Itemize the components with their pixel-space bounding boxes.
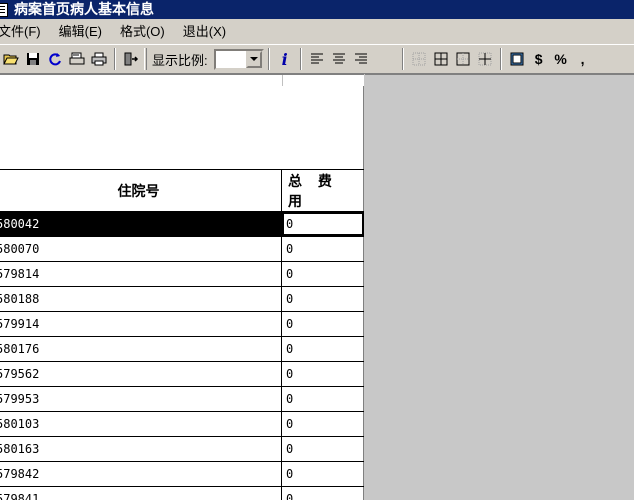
cell-admission-no[interactable]: 579914	[0, 312, 282, 336]
outer-border-icon[interactable]	[452, 48, 474, 70]
toolbar-separator	[114, 48, 116, 70]
table-row[interactable]: 580042 0	[0, 212, 364, 237]
cell-admission-no[interactable]: 580070	[0, 237, 282, 261]
table-row[interactable]: 580103 0	[0, 412, 364, 437]
table-row[interactable]: 580070 0	[0, 237, 364, 262]
cell-total-cost[interactable]: 0	[282, 212, 364, 236]
column-header-total-cost[interactable]: 总 费 用	[282, 170, 364, 211]
cell-total-cost[interactable]: 0	[282, 387, 364, 411]
menu-format[interactable]: 格式(O)	[111, 21, 174, 43]
cell-total-cost[interactable]: 0	[282, 412, 364, 436]
open-folder-icon[interactable]	[0, 48, 22, 70]
ruler-strip	[0, 74, 364, 87]
calculator-icon[interactable]	[506, 48, 528, 70]
window-title: 病案首页病人基本信息	[14, 1, 154, 17]
cell-total-cost[interactable]: 0	[282, 462, 364, 486]
table-row[interactable]: 580176 0	[0, 337, 364, 362]
toolbar-separator	[401, 48, 404, 70]
report-page: 住院号 总 费 用 580042 0 580070 0 579814 0 580188 0 57…	[0, 86, 364, 500]
zoom-select[interactable]	[213, 48, 264, 70]
table-row[interactable]: 580188 0	[0, 287, 364, 312]
menu-file[interactable]: 文件(F)	[0, 21, 50, 43]
empty-workspace	[365, 74, 634, 500]
toolbar-separator	[267, 48, 270, 70]
zoom-label: 显示比例:	[152, 52, 208, 68]
cell-total-cost[interactable]: 0	[282, 437, 364, 461]
menu-bar: 文件(F) 编辑(E) 格式(O) 退出(X)	[0, 19, 634, 44]
cell-admission-no[interactable]: 579841	[0, 487, 282, 500]
cell-total-cost[interactable]: 0	[282, 487, 364, 500]
report-window: 病案首页病人基本信息 文件(F) 编辑(E) 格式(O) 退出(X) 显示比例:	[0, 0, 634, 500]
cell-admission-no[interactable]: 580042	[0, 212, 282, 236]
print-preview-icon[interactable]	[66, 48, 88, 70]
title-bar[interactable]: 病案首页病人基本信息	[0, 0, 634, 19]
table-row[interactable]: 580163 0	[0, 437, 364, 462]
table-row[interactable]: 579914 0	[0, 312, 364, 337]
table-row[interactable]: 579953 0	[0, 387, 364, 412]
refresh-icon[interactable]	[44, 48, 66, 70]
cell-total-cost[interactable]: 0	[282, 312, 364, 336]
align-right-icon[interactable]	[350, 48, 372, 70]
table-row[interactable]: 579814 0	[0, 262, 364, 287]
cell-total-cost[interactable]: 0	[282, 337, 364, 361]
cell-admission-no[interactable]: 579814	[0, 262, 282, 286]
exit-door-icon[interactable]	[120, 48, 142, 70]
grid-header: 住院号 总 费 用	[0, 169, 364, 212]
inner-border-icon[interactable]	[474, 48, 496, 70]
cell-total-cost[interactable]: 0	[282, 287, 364, 311]
table-row[interactable]: 579841 0	[0, 487, 364, 500]
percent-format-icon[interactable]: %	[550, 48, 572, 70]
cell-admission-no[interactable]: 580103	[0, 412, 282, 436]
cell-admission-no[interactable]: 579842	[0, 462, 282, 486]
table-row[interactable]: 579842 0	[0, 462, 364, 487]
column-header-admission-no[interactable]: 住院号	[0, 170, 282, 211]
align-center-icon[interactable]	[328, 48, 350, 70]
cell-total-cost[interactable]: 0	[282, 237, 364, 261]
chevron-down-icon[interactable]	[245, 50, 262, 68]
printer-icon[interactable]	[88, 48, 110, 70]
toolbar: 显示比例: i $ % ,	[0, 44, 634, 74]
all-borders-icon[interactable]	[430, 48, 452, 70]
app-icon	[0, 2, 8, 17]
cell-admission-no[interactable]: 579562	[0, 362, 282, 386]
menu-exit[interactable]: 退出(X)	[174, 21, 235, 43]
no-border-icon[interactable]	[408, 48, 430, 70]
cell-admission-no[interactable]: 580163	[0, 437, 282, 461]
comma-format-icon[interactable]: ,	[572, 48, 594, 70]
cell-total-cost[interactable]: 0	[282, 362, 364, 386]
grid-rows: 580042 0 580070 0 579814 0 580188 0 579914 0 58017…	[0, 212, 364, 500]
table-row[interactable]: 579562 0	[0, 362, 364, 387]
currency-format-icon[interactable]: $	[528, 48, 550, 70]
menu-edit[interactable]: 编辑(E)	[50, 21, 111, 43]
info-icon[interactable]: i	[274, 48, 296, 70]
toolbar-grip[interactable]	[144, 48, 147, 70]
toolbar-separator	[299, 48, 302, 70]
cell-admission-no[interactable]: 580176	[0, 337, 282, 361]
save-icon[interactable]	[22, 48, 44, 70]
cell-admission-no[interactable]: 580188	[0, 287, 282, 311]
align-left-icon[interactable]	[306, 48, 328, 70]
cell-total-cost[interactable]: 0	[282, 262, 364, 286]
cell-admission-no[interactable]: 579953	[0, 387, 282, 411]
toolbar-separator	[499, 48, 502, 70]
